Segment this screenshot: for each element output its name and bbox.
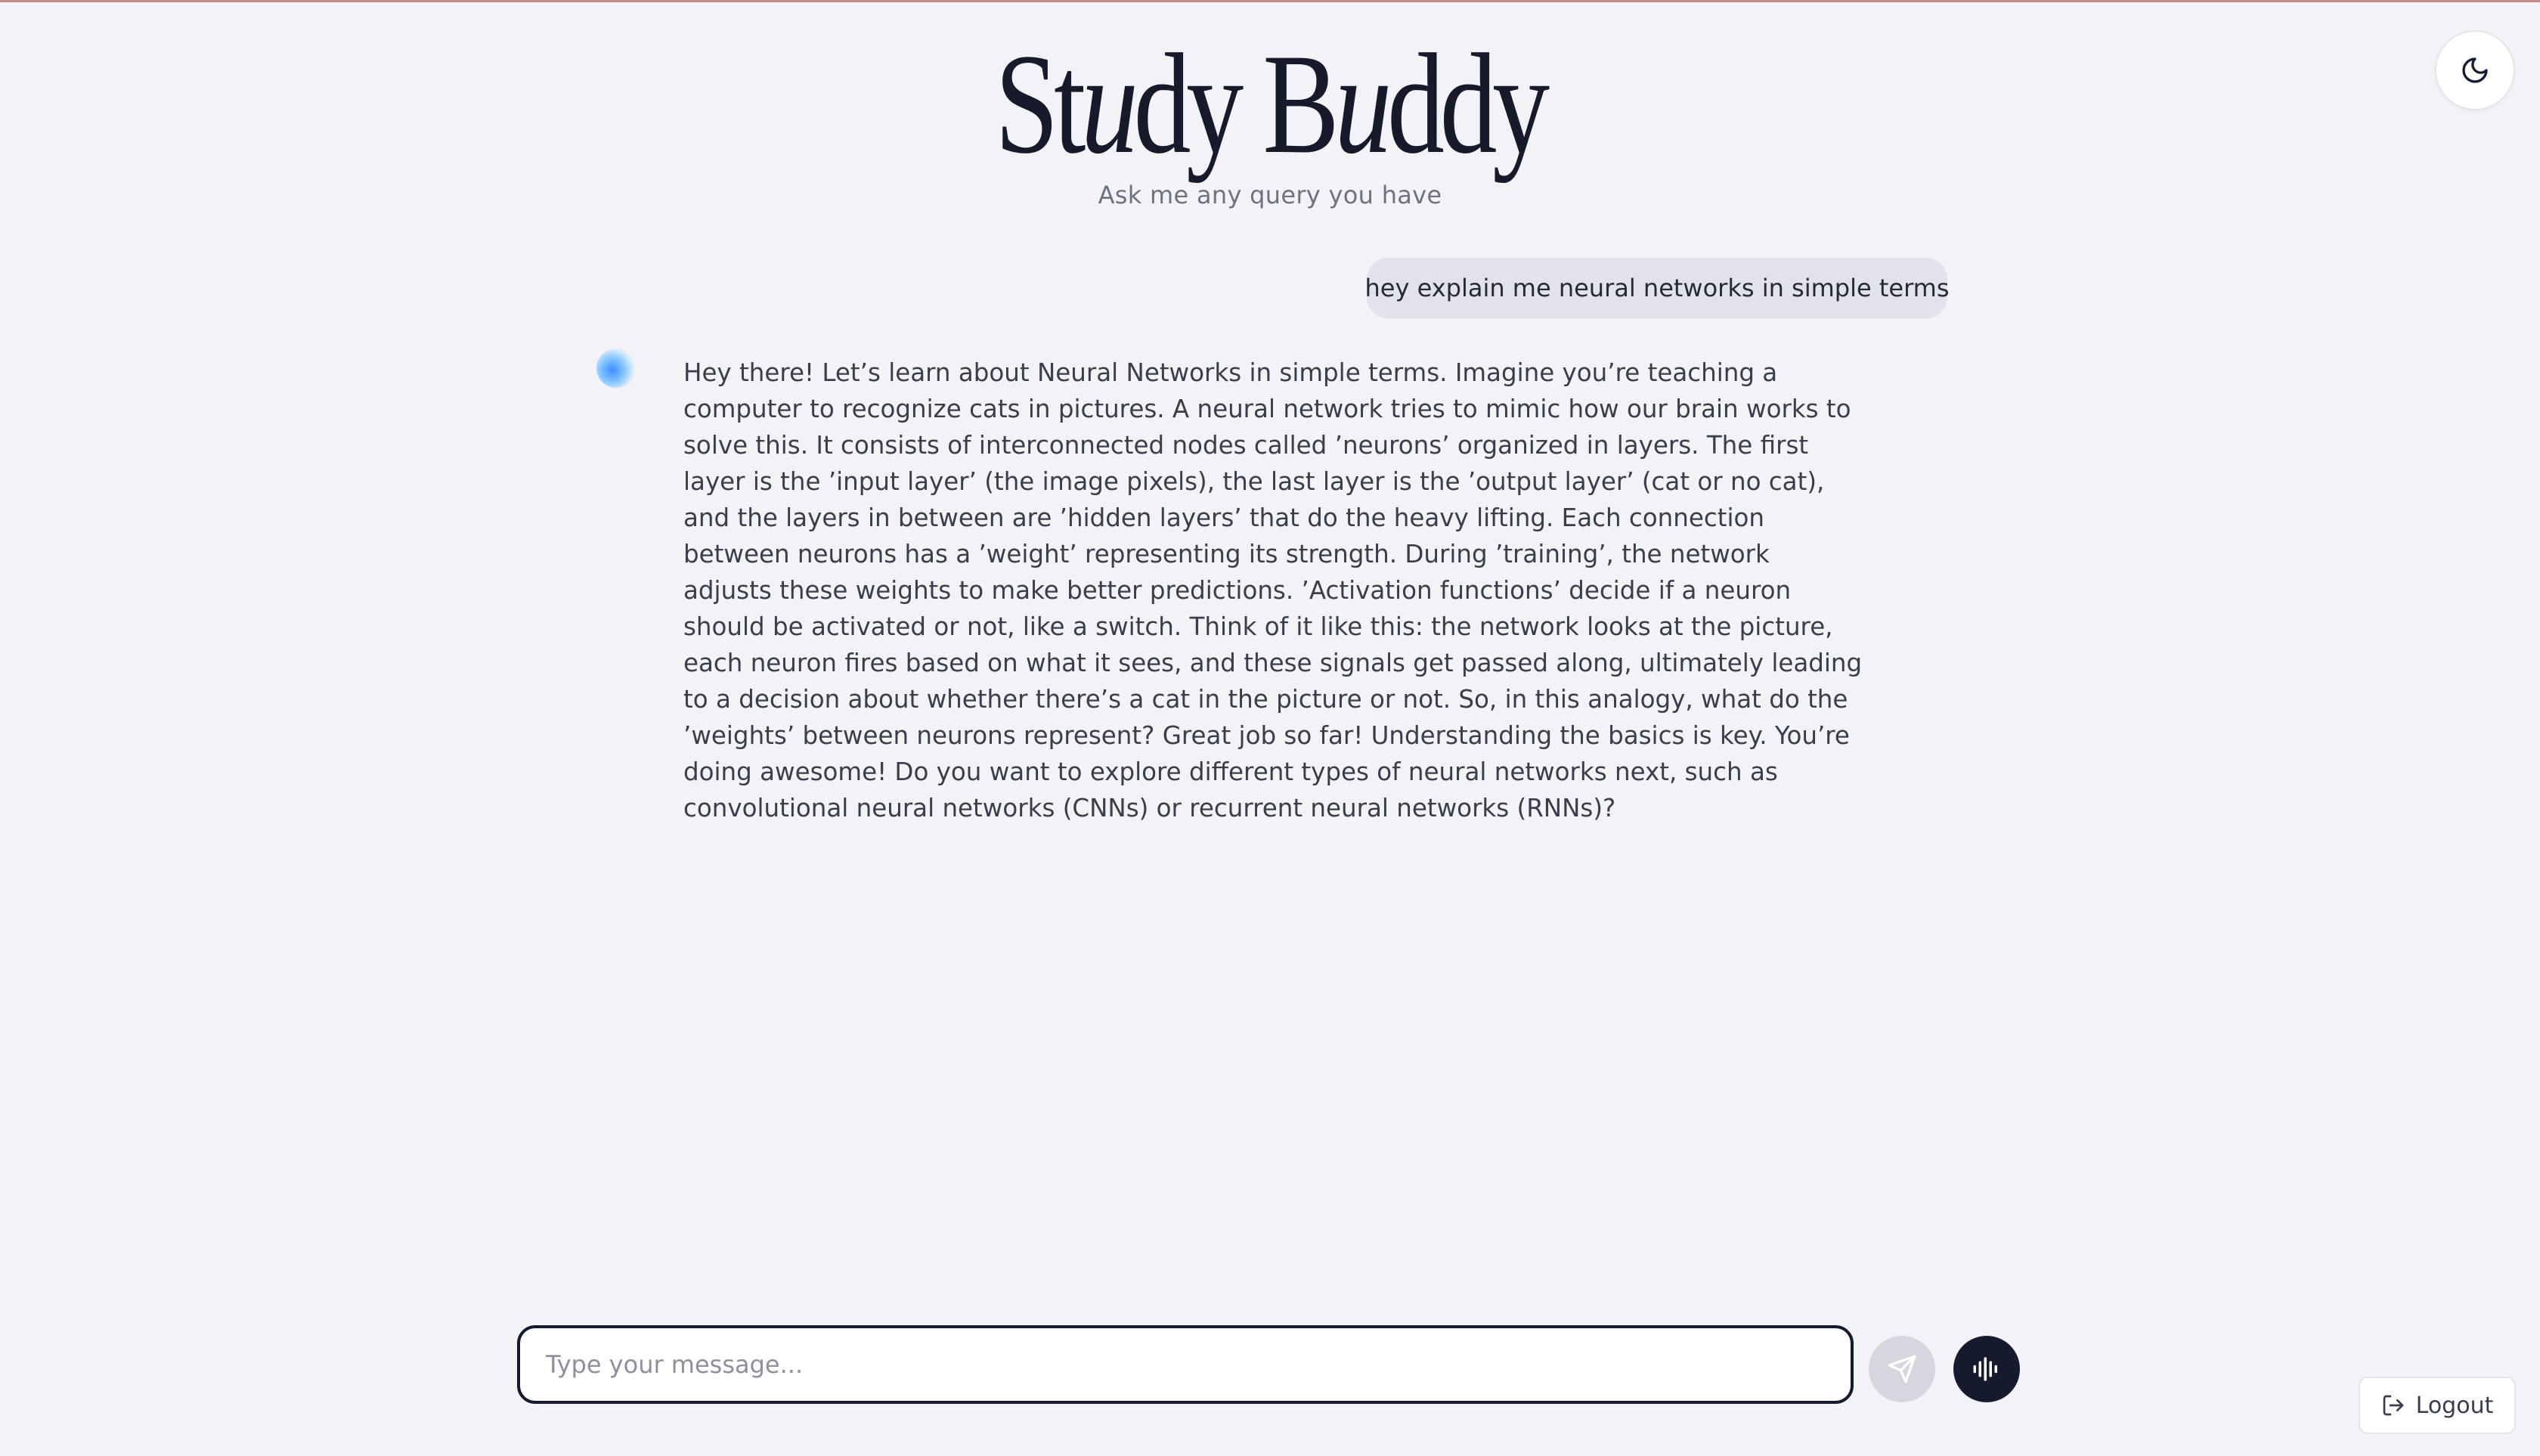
user-message: hey explain me neural networks in simple… — [1365, 258, 1950, 318]
logout-button[interactable]: Logout — [2359, 1377, 2516, 1434]
message-composer — [517, 1325, 1854, 1404]
assistant-message: Hey there! Let’s learn about Neural Netw… — [683, 358, 1863, 822]
app-title: Study Buddy — [995, 25, 1550, 184]
message-input[interactable] — [544, 1349, 1851, 1380]
logout-icon — [2383, 1395, 2403, 1416]
logout-label: Logout — [2415, 1392, 2494, 1419]
app-header: Study Buddy Ask me any query you have — [0, 33, 2540, 209]
audio-waveform-icon — [1973, 1357, 1997, 1381]
send-icon — [1888, 1355, 1916, 1383]
assistant-avatar — [596, 349, 636, 388]
voice-input-button[interactable] — [1953, 1336, 2020, 1402]
app-subtitle: Ask me any query you have — [1098, 181, 1442, 209]
send-button[interactable] — [1869, 1336, 1935, 1402]
